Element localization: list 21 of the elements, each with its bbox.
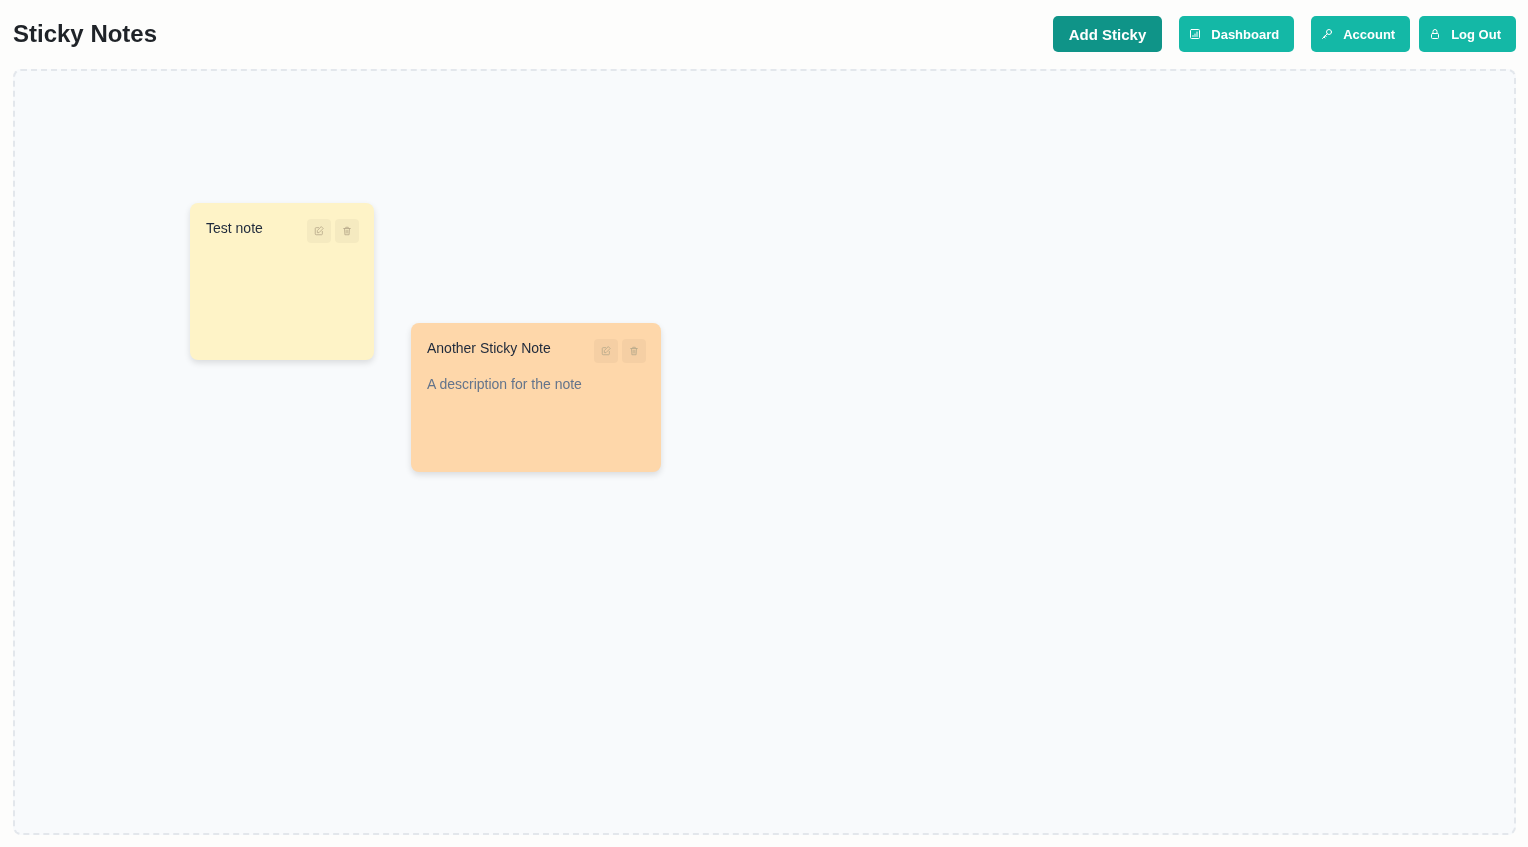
nav-button[interactable]: Dashboard xyxy=(1179,16,1295,52)
nav-button[interactable]: Log Out xyxy=(1419,16,1516,52)
sticky-note[interactable]: Another Sticky Note A description for the note xyxy=(411,323,661,472)
delete-button[interactable] xyxy=(622,339,646,363)
delete-button[interactable] xyxy=(335,219,359,243)
note-title: Test note xyxy=(206,219,263,237)
key-icon xyxy=(1321,28,1334,40)
bar-chart-icon xyxy=(1189,28,1202,40)
edit-button[interactable] xyxy=(594,339,618,363)
trash-icon xyxy=(629,346,639,356)
note-title: Another Sticky Note xyxy=(427,339,551,357)
nav-button[interactable]: Account xyxy=(1311,16,1411,52)
edit-icon xyxy=(601,346,611,356)
sticky-note[interactable]: Test note xyxy=(190,203,374,360)
app-title: Sticky Notes xyxy=(13,20,158,48)
trash-icon xyxy=(342,226,352,236)
note-description: A description for the note xyxy=(427,375,583,393)
edit-icon xyxy=(314,226,324,236)
lock-icon xyxy=(1429,28,1442,40)
add-button[interactable]: Add Sticky xyxy=(1052,16,1163,52)
edit-button[interactable] xyxy=(307,219,331,243)
